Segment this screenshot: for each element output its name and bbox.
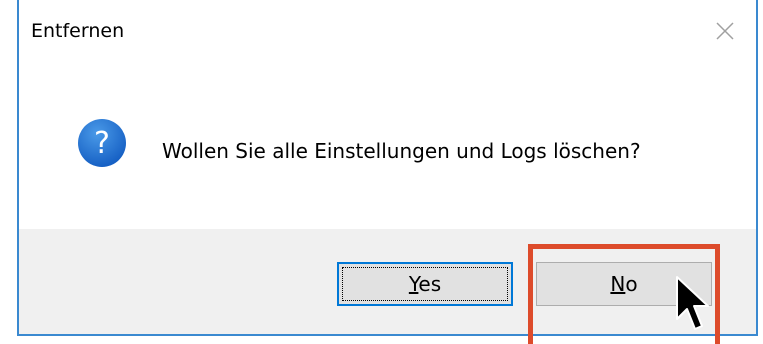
- dialog-message: Wollen Sie alle Einstellungen und Logs l…: [162, 139, 641, 163]
- close-icon[interactable]: [712, 18, 738, 44]
- svg-text:?: ?: [94, 126, 110, 161]
- focus-rectangle: [342, 267, 508, 301]
- question-icon: ?: [78, 119, 126, 167]
- dialog-title: Entfernen: [31, 20, 125, 42]
- mouse-pointer-icon: [676, 276, 709, 330]
- yes-button[interactable]: Yes: [337, 262, 513, 306]
